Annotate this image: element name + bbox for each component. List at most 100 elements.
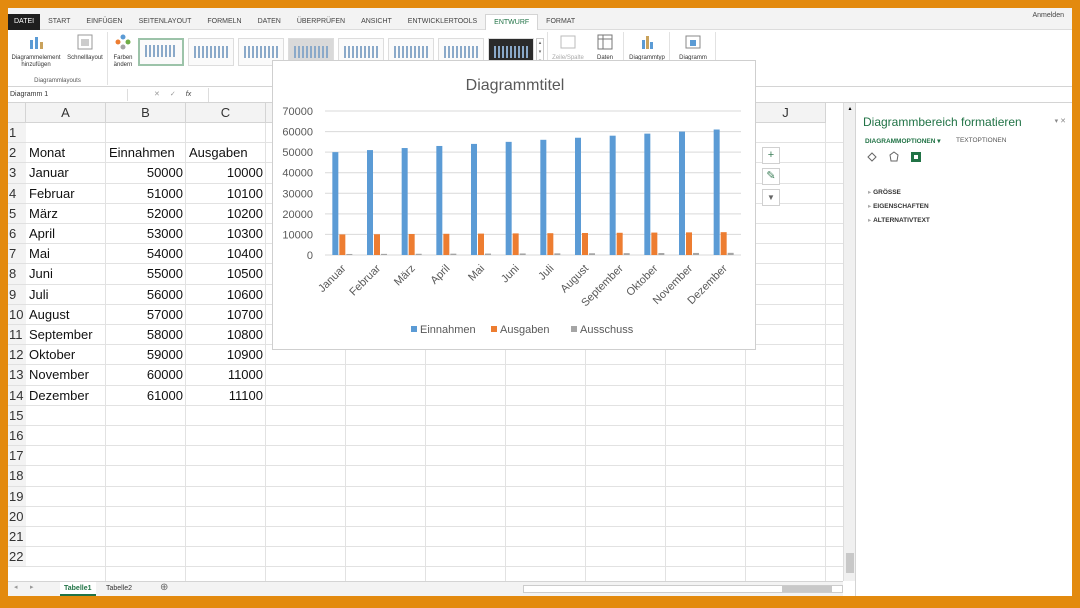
section-size[interactable]: GRÖSSE [868,188,901,196]
row-header[interactable]: 8 [8,264,26,285]
sheet-tab-tabelle1[interactable]: Tabelle1 [60,582,96,596]
row-header[interactable]: 15 [8,405,26,426]
row-header[interactable]: 19 [8,486,26,507]
column-header-b[interactable]: B [106,103,186,123]
next-sheet-icon[interactable]: ▸ [30,583,34,591]
cell-b7[interactable]: 54000 [106,244,186,264]
pane-close-icon[interactable]: ▾ ✕ [1055,117,1066,125]
cell-b3[interactable]: 50000 [106,163,186,183]
chart-elements-button[interactable]: + [762,147,780,164]
row-header[interactable]: 20 [8,506,26,527]
column-header-j[interactable]: J [746,103,826,123]
tab-formeln[interactable]: FORMELN [199,14,249,30]
cell-b5[interactable]: 52000 [106,204,186,224]
tab-chart-options[interactable]: DIAGRAMMOPTIONEN ▾ [865,137,941,145]
tab-seitenlayout[interactable]: SEITENLAYOUT [131,14,200,30]
row-header[interactable]: 18 [8,466,26,487]
cell-c8[interactable]: 10500 [186,264,266,284]
row-header[interactable]: 12 [8,345,26,366]
add-chart-element-button[interactable]: Diagrammelement hinzufügen [10,34,62,69]
cell-c14[interactable]: 11100 [186,386,266,406]
cell-c3[interactable]: 10000 [186,163,266,183]
cell-a14[interactable]: Dezember [26,386,106,406]
cell-a5[interactable]: März [26,204,106,224]
name-box[interactable]: Diagramm 1 [8,89,128,101]
cell-a7[interactable]: Mai [26,244,106,264]
column-header-c[interactable]: C [186,103,266,123]
cell-b10[interactable]: 57000 [106,305,186,325]
row-header[interactable]: 13 [8,365,26,386]
vertical-scrollbar[interactable]: ▴ [843,103,855,581]
cell-b8[interactable]: 55000 [106,264,186,284]
chart-styles-button[interactable]: ✎ [762,168,780,185]
cell-c9[interactable]: 10600 [186,285,266,305]
chart-style-2[interactable] [188,38,234,66]
row-header[interactable]: 17 [8,446,26,467]
cell-b9[interactable]: 56000 [106,285,186,305]
scroll-thumb[interactable] [846,553,854,573]
cell-c6[interactable]: 10300 [186,224,266,244]
section-properties[interactable]: EIGENSCHAFTEN [868,202,929,210]
enter-icon[interactable]: ✓ [170,89,176,101]
cell-c13[interactable]: 11000 [186,365,266,385]
size-properties-icon[interactable] [910,151,922,163]
tab-ansicht[interactable]: ANSICHT [353,14,400,30]
tab-text-options[interactable]: TEXTOPTIONEN [956,137,1006,144]
row-header[interactable]: 14 [8,385,26,406]
cell-c10[interactable]: 10700 [186,305,266,325]
chart-container[interactable]: Diagrammtitel 0 10000 20000 30000 40000 50000 6… [272,60,756,350]
row-header[interactable]: 6 [8,224,26,245]
cell-a4[interactable]: Februar [26,184,106,204]
tab-daten[interactable]: DATEN [250,14,289,30]
tab-überprüfen[interactable]: ÜBERPRÜFEN [289,14,353,30]
cell-b12[interactable]: 59000 [106,345,186,365]
cell-a8[interactable]: Juni [26,264,106,284]
row-header[interactable]: 4 [8,183,26,204]
cell-a3[interactable]: Januar [26,163,106,183]
quick-layout-button[interactable]: Schnelllayout [64,34,106,62]
cell-b14[interactable]: 61000 [106,386,186,406]
cell-a13[interactable]: November [26,365,106,385]
cell-a10[interactable]: August [26,305,106,325]
row-header[interactable]: 11 [8,325,26,346]
cell-a6[interactable]: April [26,224,106,244]
tab-datei[interactable]: DATEI [8,13,41,30]
hscroll-thumb[interactable] [782,586,832,592]
tab-entwurf[interactable]: ENTWURF [485,13,539,30]
cell-c5[interactable]: 10200 [186,204,266,224]
sign-in-link[interactable]: Anmelden [1032,12,1064,19]
insert-function-icon[interactable]: fx [186,89,191,101]
tab-einfügen[interactable]: EINFÜGEN [78,14,130,30]
sheet-tab-tabelle2[interactable]: Tabelle2 [102,582,136,596]
cell-c4[interactable]: 10100 [186,184,266,204]
scroll-up-icon[interactable]: ▴ [846,105,854,113]
cell-c12[interactable]: 10900 [186,345,266,365]
row-header[interactable]: 7 [8,244,26,265]
cell-b11[interactable]: 58000 [106,325,186,345]
add-sheet-icon[interactable]: ⊕ [160,582,168,593]
cell-c11[interactable]: 10800 [186,325,266,345]
cell-b6[interactable]: 53000 [106,224,186,244]
row-header[interactable]: 2 [8,143,26,164]
chart-filter-button[interactable]: ▼ [762,189,780,206]
effects-icon[interactable] [888,151,900,163]
tab-start[interactable]: START [40,14,78,30]
row-header[interactable]: 10 [8,304,26,325]
cell-a12[interactable]: Oktober [26,345,106,365]
cell-a9[interactable]: Juli [26,285,106,305]
cell-a2[interactable]: Monat [26,143,106,163]
row-header[interactable]: 9 [8,284,26,305]
cell-b4[interactable]: 51000 [106,184,186,204]
tab-entwicklertools[interactable]: ENTWICKLERTOOLS [400,14,485,30]
cell-b2[interactable]: Einnahmen [106,143,186,163]
prev-sheet-icon[interactable]: ◂ [14,583,18,591]
cell-a11[interactable]: September [26,325,106,345]
select-all-corner[interactable] [8,103,26,123]
row-header[interactable]: 22 [8,547,26,568]
column-header-a[interactable]: A [26,103,106,123]
chart-style-1[interactable] [138,38,184,66]
row-header[interactable]: 1 [8,123,26,144]
cancel-icon[interactable]: ✕ [154,89,160,101]
row-header[interactable]: 21 [8,527,26,548]
cell-c7[interactable]: 10400 [186,244,266,264]
